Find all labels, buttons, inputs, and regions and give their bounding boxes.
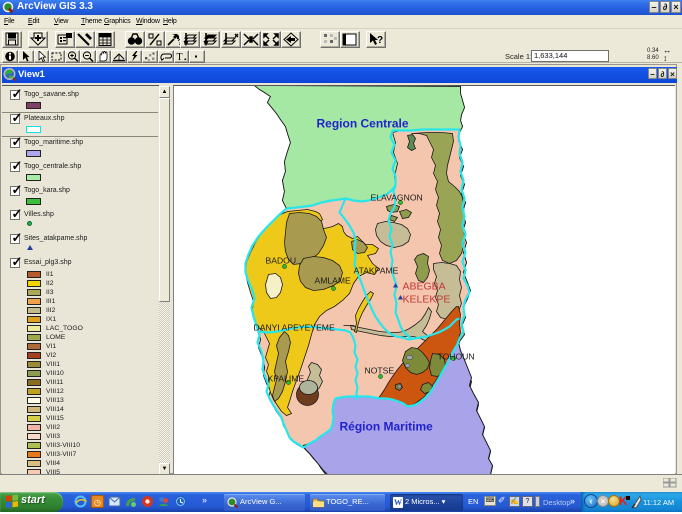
svg-text:Region Centrale: Region Centrale bbox=[317, 117, 409, 131]
svg-text:KPALIME: KPALIME bbox=[268, 374, 305, 384]
svg-text:ELAVAGNON: ELAVAGNON bbox=[371, 193, 423, 203]
svg-text:AMLAME: AMLAME bbox=[315, 276, 352, 286]
svg-text:T: T bbox=[177, 52, 183, 62]
svg-text:ATAKPAME: ATAKPAME bbox=[354, 266, 399, 276]
svg-text:ABEGBA: ABEGBA bbox=[403, 281, 446, 293]
svg-text:?: ? bbox=[377, 35, 383, 46]
svg-text:NOTSE: NOTSE bbox=[365, 366, 395, 376]
svg-text:Région Maritime: Région Maritime bbox=[340, 420, 434, 434]
svg-text:BADOU: BADOU bbox=[266, 256, 297, 266]
svg-text:KELEKPE: KELEKPE bbox=[403, 294, 451, 306]
svg-text:DANYI APEYEYEME: DANYI APEYEYEME bbox=[254, 323, 335, 333]
svg-text:TOHOUN: TOHOUN bbox=[438, 352, 475, 362]
